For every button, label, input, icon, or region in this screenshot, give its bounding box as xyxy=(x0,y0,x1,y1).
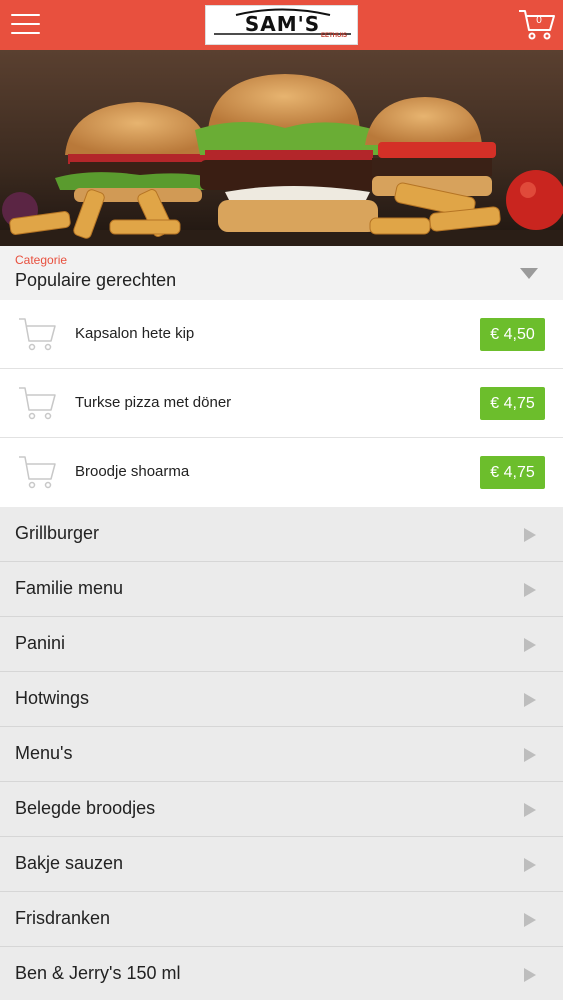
chevron-right-icon xyxy=(524,913,536,927)
category-name: Familie menu xyxy=(15,578,124,598)
restaurant-logo[interactable]: SAM'S EETHUIS xyxy=(205,5,358,45)
cart-count-badge: 0 xyxy=(536,15,542,26)
category-name: Frisdranken xyxy=(15,908,111,928)
category-item-familie-menu[interactable]: Familie menu xyxy=(0,562,563,617)
category-name: Grillburger xyxy=(15,523,100,543)
category-item-frisdranken[interactable]: Frisdranken xyxy=(0,892,563,947)
category-name: Hotwings xyxy=(15,688,90,708)
add-to-cart-icon[interactable] xyxy=(17,315,57,353)
item-name: Turkse pizza met döner xyxy=(75,394,232,411)
chevron-right-icon xyxy=(524,583,536,597)
item-price-button[interactable]: € 4,75 xyxy=(480,456,545,489)
item-name: Kapsalon hete kip xyxy=(75,325,195,342)
category-item-menus[interactable]: Menu's xyxy=(0,727,563,782)
category-item-panini[interactable]: Panini xyxy=(0,617,563,672)
list-item[interactable]: Broodje shoarma € 4,75 xyxy=(0,438,563,508)
item-name: Broodje shoarma xyxy=(75,463,190,480)
category-item-ben-and-jerrys[interactable]: Ben & Jerry's 150 ml xyxy=(0,947,563,1000)
shopping-cart-button[interactable]: 0 xyxy=(518,8,556,42)
chevron-right-icon xyxy=(524,803,536,817)
category-item-belegde-broodjes[interactable]: Belegde broodjes xyxy=(0,782,563,837)
chevron-right-icon xyxy=(524,528,536,542)
chevron-right-icon xyxy=(524,693,536,707)
add-to-cart-icon[interactable] xyxy=(17,453,57,491)
category-item-hotwings[interactable]: Hotwings xyxy=(0,672,563,727)
chevron-right-icon xyxy=(524,748,536,762)
app-header: SAM'S EETHUIS 0 xyxy=(0,0,563,50)
category-name: Menu's xyxy=(15,743,73,763)
popular-items-list: Kapsalon hete kip € 4,50 Turkse pizza me… xyxy=(0,300,563,508)
category-selected-value: Populaire gerechten xyxy=(15,270,177,290)
category-selector[interactable]: Categorie Populaire gerechten xyxy=(0,246,563,300)
chevron-right-icon xyxy=(524,638,536,652)
add-to-cart-icon[interactable] xyxy=(17,384,57,422)
list-item[interactable]: Kapsalon hete kip € 4,50 xyxy=(0,300,563,369)
chevron-right-icon xyxy=(524,968,536,982)
category-name: Panini xyxy=(15,633,66,653)
chevron-right-icon xyxy=(524,858,536,872)
category-item-bakje-sauzen[interactable]: Bakje sauzen xyxy=(0,837,563,892)
item-price-button[interactable]: € 4,50 xyxy=(480,318,545,351)
hero-image xyxy=(0,50,563,246)
item-price-button[interactable]: € 4,75 xyxy=(480,387,545,420)
category-name: Belegde broodjes xyxy=(15,798,156,818)
category-name: Ben & Jerry's 150 ml xyxy=(15,963,181,983)
category-label: Categorie xyxy=(15,253,68,267)
category-list: Grillburger Familie menu Panini Hotwings… xyxy=(0,507,563,1000)
list-item[interactable]: Turkse pizza met döner € 4,75 xyxy=(0,369,563,438)
burgers-photo xyxy=(0,50,563,246)
chevron-down-icon xyxy=(520,268,538,279)
category-item-grillburger[interactable]: Grillburger xyxy=(0,507,563,562)
logo-subtext: EETHUIS xyxy=(320,33,347,39)
category-name: Bakje sauzen xyxy=(15,853,124,873)
hamburger-menu-icon[interactable] xyxy=(11,12,41,36)
